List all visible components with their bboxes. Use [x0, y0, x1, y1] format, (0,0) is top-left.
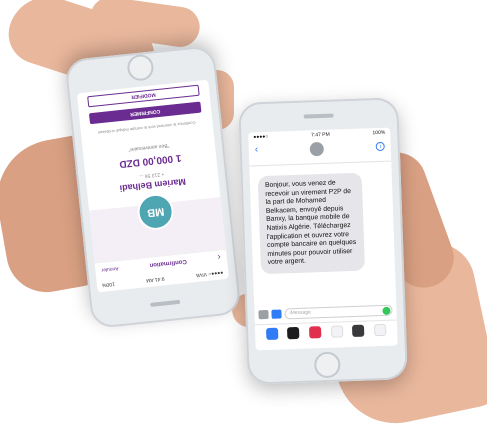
digital-touch-icon[interactable]	[287, 326, 300, 339]
battery-label: 100%	[101, 280, 116, 288]
carrier-label: ●●●●○ VIVA	[195, 269, 224, 278]
battery-label: 100%	[372, 129, 386, 137]
message-input[interactable]: iMessage	[284, 304, 393, 319]
cancel-link[interactable]: Annuler	[101, 266, 119, 274]
received-message-bubble: Bonjour, vous venez de recevoir un virem…	[257, 172, 366, 275]
avatar: MB	[135, 192, 176, 232]
home-button[interactable]	[313, 351, 341, 379]
left-phone: ●●●●○ VIVA 9:41 AM 100% ‹ Confirmation A…	[64, 44, 242, 330]
contact-avatar[interactable]	[309, 141, 325, 157]
page-title: Confirmation	[149, 258, 188, 269]
back-chevron-icon[interactable]: ‹	[217, 253, 221, 263]
app-store-app-icon[interactable]	[265, 327, 279, 340]
search-images-icon[interactable]	[352, 324, 365, 337]
photo-scene: ●●●●○ VIVA 9:41 AM 100% ‹ Confirmation A…	[0, 0, 487, 427]
speaker-grille	[150, 299, 181, 307]
imessage-app-drawer	[254, 319, 398, 343]
info-icon[interactable]: i	[375, 141, 385, 152]
clock: 9:41 AM	[145, 275, 165, 284]
home-button[interactable]	[126, 53, 155, 82]
right-phone-screen: ●●●●○ 7:47 PM 100% ‹ i Bonjour, vous ven…	[248, 127, 398, 351]
message-input-placeholder: iMessage	[289, 309, 311, 317]
chevron-left-icon[interactable]: ‹	[255, 143, 259, 157]
music-icon[interactable]	[330, 324, 344, 338]
camera-icon[interactable]	[258, 309, 269, 319]
speaker-grille	[303, 113, 334, 119]
app-store-icon[interactable]	[271, 308, 282, 319]
send-icon[interactable]	[382, 306, 391, 315]
clock: 7:47 PM	[311, 131, 330, 139]
heart-sticker-icon[interactable]	[309, 325, 322, 339]
right-phone: ●●●●○ 7:47 PM 100% ‹ i Bonjour, vous ven…	[238, 97, 408, 385]
more-apps-icon[interactable]	[374, 323, 387, 336]
conversation-header: ‹ i	[248, 137, 392, 167]
carrier-label: ●●●●○	[253, 133, 269, 141]
left-phone-screen: ●●●●○ VIVA 9:41 AM 100% ‹ Confirmation A…	[76, 79, 229, 293]
